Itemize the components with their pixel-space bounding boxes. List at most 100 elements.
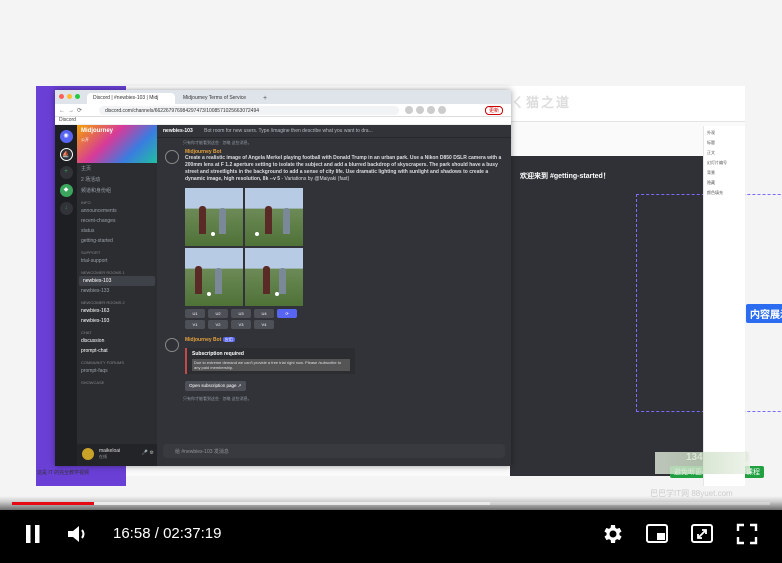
variation-3-button[interactable]: V3	[231, 320, 251, 329]
variation-4-button[interactable]: V4	[254, 320, 274, 329]
generated-image[interactable]	[185, 248, 243, 306]
minimize-window-icon[interactable]	[67, 94, 72, 99]
progress-played	[12, 502, 94, 505]
category-info[interactable]: INFO	[77, 196, 157, 206]
channel-announcements[interactable]: announcements	[77, 206, 157, 216]
new-tab-icon[interactable]: +	[259, 95, 267, 104]
channel-prompt-chat[interactable]: prompt-chat	[77, 346, 157, 356]
server-status: 公开	[81, 137, 89, 142]
avatar[interactable]	[82, 448, 94, 460]
maximize-window-icon[interactable]	[75, 94, 80, 99]
variation-suffix: - Variations by @Maiyaki (fast)	[281, 176, 350, 182]
variation-1-button[interactable]: V1	[185, 320, 205, 329]
explore-icon[interactable]: ◆	[59, 184, 73, 197]
tab-midjourney-tos[interactable]: Midjourney Terms of Service	[177, 93, 257, 104]
bot-avatar[interactable]	[165, 338, 179, 352]
close-window-icon[interactable]	[59, 94, 64, 99]
nav-arrows-icon[interactable]: ←→⟳	[59, 107, 85, 114]
channel-getting-started[interactable]: getting-started	[77, 236, 157, 246]
current-time: 16:58	[113, 525, 151, 542]
upscale-2-button[interactable]: U2	[208, 309, 228, 318]
discord-home-icon[interactable]: ◉	[59, 130, 73, 143]
upscale-4-button[interactable]: U4	[254, 309, 274, 318]
sidebar-item-channels-roles[interactable]: 频道和身份组	[77, 185, 157, 196]
channel-newbies-193[interactable]: newbies-193	[77, 316, 157, 326]
channel-status[interactable]: status	[77, 226, 157, 236]
window-controls	[59, 94, 80, 99]
pause-icon[interactable]	[24, 524, 42, 544]
generated-image[interactable]	[185, 188, 243, 246]
server-name[interactable]: Midjourney	[81, 128, 113, 134]
upscale-3-button[interactable]: U3	[231, 309, 251, 318]
fullscreen-icon[interactable]	[736, 523, 758, 545]
open-subscription-button[interactable]: Open subscription page ↗	[185, 381, 246, 391]
server-rail: ◉ ⛵ + ◆ ↓	[55, 125, 77, 466]
picture-in-picture-icon[interactable]	[645, 523, 669, 545]
embed-description: Due to extreme demand we can't provide a…	[192, 359, 350, 371]
inspector-panel: 外观 标题 正文 幻灯片编号 背景 隐藏 颜色填充	[703, 126, 745, 486]
channel-newbies-133[interactable]: newbies-133	[77, 286, 157, 296]
reroll-icon[interactable]: ⟳	[277, 309, 297, 318]
inspector-item: 颜色填充	[707, 190, 723, 195]
category-showcase[interactable]: SHOWCASE	[77, 376, 157, 386]
extension-icon[interactable]	[438, 106, 446, 114]
tab-discord[interactable]: Discord | #newbies-103 | Midj	[87, 93, 175, 104]
tab-bar: Discord | #newbies-103 | Midj Midjourney…	[55, 90, 511, 104]
bookmark-discord[interactable]: Discord	[59, 117, 76, 123]
volume-icon[interactable]	[66, 523, 90, 545]
channel-trial-support[interactable]: trial-support	[77, 256, 157, 266]
ephemeral-notice: 只有你才能看到这些 · 忽略 这些消息。	[183, 396, 252, 401]
user-panel: maikeloai 在线 🎤 ⚙	[77, 444, 157, 466]
extension-icon[interactable]	[416, 106, 424, 114]
inspector-item: 正文	[707, 150, 715, 155]
author-name[interactable]: Midjourney Bot	[185, 337, 221, 343]
duration: 02:37:19	[163, 525, 222, 542]
channel-recent-changes[interactable]: recent-changes	[77, 216, 157, 226]
message-prompt: Create a realistic image of Angela Merke…	[185, 155, 503, 183]
url-input[interactable]: discord.com/channels/662267976984297473/…	[99, 106, 399, 115]
generated-image[interactable]	[245, 188, 303, 246]
variation-2-button[interactable]: V2	[208, 320, 228, 329]
extension-icon[interactable]	[405, 106, 413, 114]
generated-image[interactable]	[245, 248, 303, 306]
image-grid[interactable]	[185, 188, 511, 306]
gear-icon[interactable]	[600, 522, 624, 546]
sidebar-item-events[interactable]: 2 场活动	[77, 174, 157, 185]
add-server-icon[interactable]: +	[59, 166, 73, 179]
content-area-callout: 内容展示区	[746, 304, 782, 323]
channel-newbies-103[interactable]: newbies-103	[79, 276, 155, 286]
user-settings-icon[interactable]: 🎤 ⚙	[142, 450, 154, 456]
background-app-title: ㄑ猫之道	[511, 95, 572, 110]
inspector-item: 外观	[707, 130, 715, 135]
sidebar-item-home[interactable]: 主页	[77, 163, 157, 174]
link-button-label: Open subscription page	[189, 383, 237, 388]
channel-title: newbies-103	[163, 128, 193, 134]
inspector-item: 背景	[707, 170, 715, 175]
category-newcomer-1[interactable]: NEWCOMER ROOMS 1	[77, 266, 157, 276]
download-icon[interactable]: ↓	[59, 202, 73, 215]
category-chat[interactable]: CHAT	[77, 326, 157, 336]
channel-prompt-faqs[interactable]: prompt-faqs	[77, 366, 157, 376]
channel-newbies-163[interactable]: newbies-163	[77, 306, 157, 316]
category-community[interactable]: COMMUNITY FORUMS	[77, 356, 157, 366]
inspector-item: 标题	[707, 140, 715, 145]
extension-icon[interactable]	[427, 106, 435, 114]
discord-app: ◉ ⛵ + ◆ ↓ Midjourney 公开 主页 2 场活动 频道和身份组 …	[55, 125, 511, 466]
update-button[interactable]: 更新	[485, 106, 504, 115]
browser-window: Discord | #newbies-103 | Midj Midjourney…	[55, 90, 511, 466]
message-input[interactable]: 给 #newbies-103 发消息	[163, 444, 505, 458]
address-bar-row: ←→⟳ discord.com/channels/662267976984297…	[55, 104, 511, 117]
upscale-1-button[interactable]: U1	[185, 309, 205, 318]
category-support[interactable]: SUPPORT	[77, 246, 157, 256]
extension-icons	[405, 106, 446, 114]
getting-started-heading: 欢迎来到 #getting-started！	[520, 173, 610, 180]
server-icon[interactable]: ⛵	[59, 148, 73, 161]
bot-avatar[interactable]	[165, 150, 179, 164]
channel-discussion[interactable]: discussion	[77, 336, 157, 346]
theater-mode-icon[interactable]	[690, 523, 714, 545]
channel-header: newbies-103 Bot room for new users. Type…	[157, 125, 511, 138]
video-stage: ㄑ猫之道 欢迎来到 #getting-started！ 内容展示区 134578…	[0, 0, 782, 563]
category-newcomer-2[interactable]: NEWCOMER ROOMS 2	[77, 296, 157, 306]
subscription-embed: Subscription required Due to extreme dem…	[185, 348, 355, 374]
progress-bar[interactable]	[12, 502, 770, 505]
